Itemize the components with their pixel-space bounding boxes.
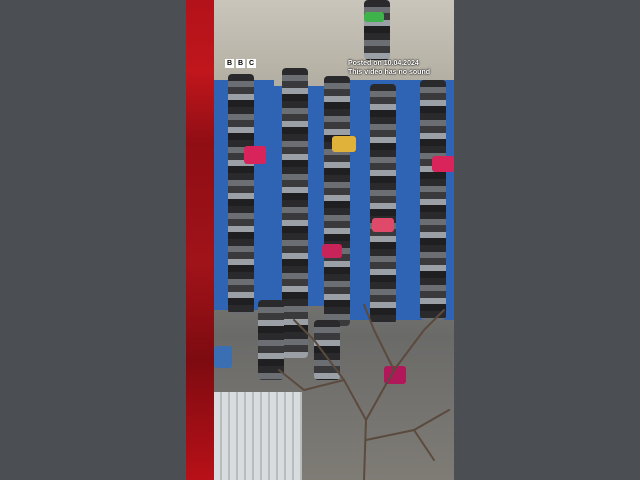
logo-letter: B xyxy=(236,59,245,68)
red-decorative-strip xyxy=(186,0,214,480)
posted-caption: Posted on 10.04.2024 This video has no s… xyxy=(348,59,430,77)
left-background-panel xyxy=(0,0,186,480)
right-background-panel xyxy=(454,0,640,480)
video-frame[interactable]: B B C Posted on 10.04.2024 This video ha… xyxy=(214,0,454,480)
logo-letter: C xyxy=(247,59,256,68)
posted-date-text: Posted on 10.04.2024 xyxy=(347,60,419,67)
no-sound-notice: This video has no sound xyxy=(347,69,430,76)
bbc-logo-icon: B B C xyxy=(225,59,256,68)
logo-letter: B xyxy=(225,59,234,68)
video-overlay: B B C Posted on 10.04.2024 This video ha… xyxy=(214,0,454,480)
